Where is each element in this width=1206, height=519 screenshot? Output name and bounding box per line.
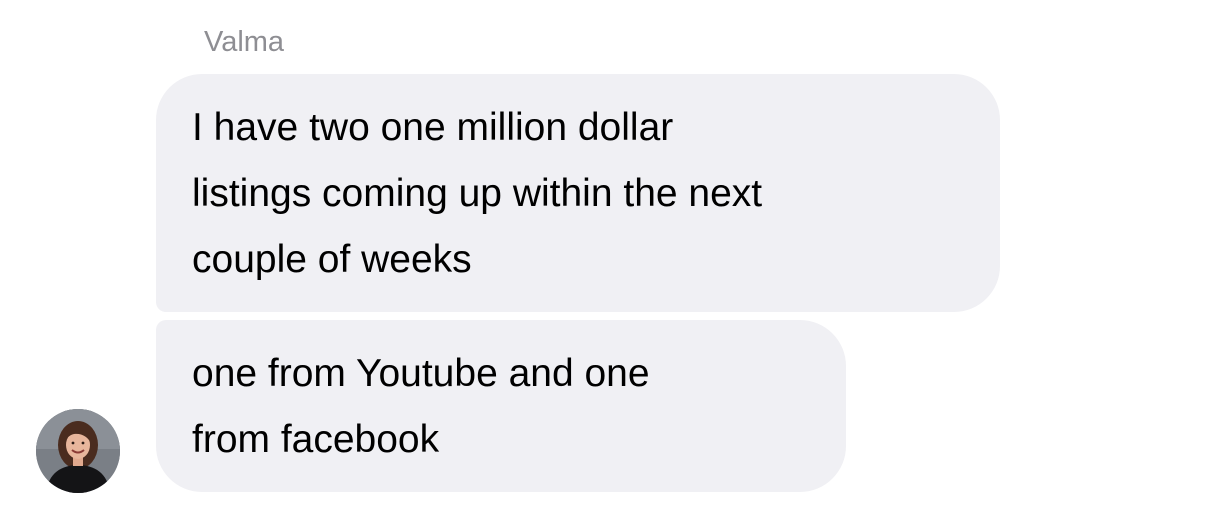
sender-name: Valma: [204, 26, 285, 58]
contact-photo-avatar-icon: [36, 409, 120, 493]
message-text-line: couple of weeks: [192, 238, 472, 281]
message-bubble[interactable]: I have two one million dollar listings c…: [156, 74, 1000, 312]
message-bubble[interactable]: one from Youtube and one from facebook: [156, 320, 846, 492]
message-text-line: listings coming up within the next: [192, 172, 763, 215]
message-text-line: I have two one million dollar: [192, 106, 674, 149]
message-text-line: one from Youtube and one: [192, 352, 650, 395]
avatar[interactable]: [36, 409, 120, 493]
message-text-line: from facebook: [192, 418, 440, 461]
